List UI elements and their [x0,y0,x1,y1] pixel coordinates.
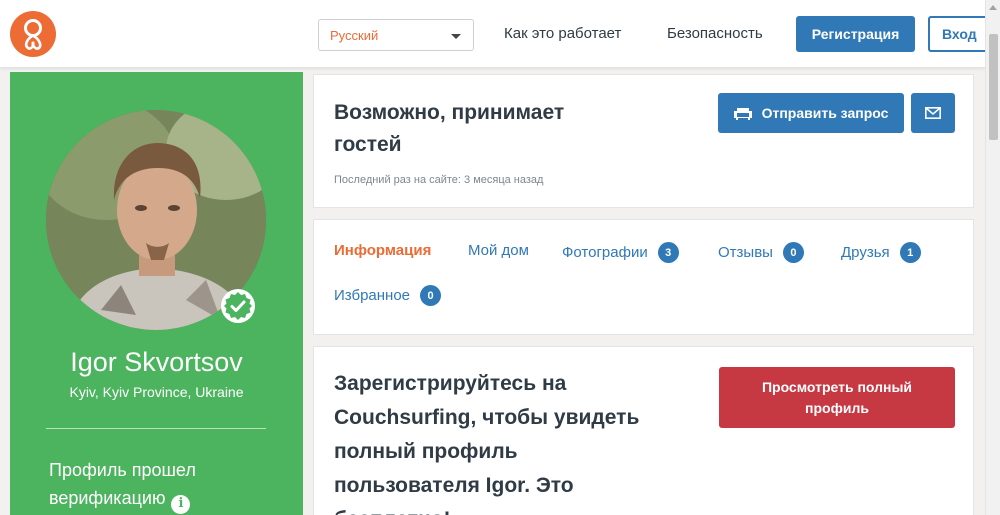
hosting-status-title: Возможно, принимает гостей [334,101,565,156]
profile-sidebar: Igor Skvortsov Kyiv, Kyiv Province, Ukra… [10,72,303,515]
page-scrollbar[interactable] [985,0,1000,515]
verified-checkmark-icon [221,289,255,323]
last-seen-text: Последний раз на сайте: 3 месяца назад [334,174,544,186]
couchsurfing-logo-icon[interactable] [10,11,56,57]
signup-prompt-card: Зарегистрируйтесь на Couchsurfing, чтобы… [313,346,974,515]
login-button[interactable]: Вход [928,16,988,52]
send-request-label: Отправить запрос [761,105,889,121]
checkmark-badge-icon [224,292,252,320]
logo-glyph [24,19,42,50]
tab-friends-label: Друзья [841,244,890,261]
tab-references-count: 0 [782,242,804,263]
nav-link-safety[interactable]: Безопасность [667,25,763,42]
tab-photos-count: 3 [657,242,679,263]
language-select-value: Русский [330,27,379,43]
profile-tabs: Информация Мой дом Фотографии 3 Отзывы 0… [313,219,974,335]
scrollbar-thumb[interactable] [989,34,998,140]
tab-my-home-label: Мой дом [468,242,529,259]
user-location: Kyiv, Kyiv Province, Ukraine [69,384,244,400]
chevron-down-icon [451,34,461,39]
sidebar-divider [46,428,266,429]
tab-favorites[interactable]: Избранное 0 [334,285,442,306]
tab-friends[interactable]: Друзья 1 [841,242,921,263]
tab-my-home[interactable]: Мой дом [468,242,529,259]
tab-references-label: Отзывы [718,244,773,261]
top-header: Русский Как это работает Безопасность Ре… [0,0,988,68]
verification-status: Профиль прошел верификацию i [49,456,269,514]
tab-photos[interactable]: Фотографии 3 [562,242,679,263]
view-full-profile-button[interactable]: Просмотреть полный профиль [719,367,955,428]
info-icon[interactable]: i [171,494,191,514]
couch-icon [733,108,752,120]
scroll-up-arrow-icon[interactable] [989,5,997,10]
tab-photos-label: Фотографии [562,244,648,261]
tab-friends-count: 1 [899,242,921,263]
register-button[interactable]: Регистрация [796,16,915,52]
tab-info-label: Информация [334,242,432,259]
message-button[interactable] [911,93,955,133]
user-name: Igor Skvortsov [70,347,243,377]
signup-prompt-text: Зарегистрируйтесь на Couchsurfing, чтобы… [334,372,640,515]
tab-references[interactable]: Отзывы 0 [718,242,804,263]
tab-info[interactable]: Информация [334,242,431,259]
hosting-status-card: Возможно, принимает гостей Последний раз… [313,74,974,208]
tab-favorites-label: Избранное [334,287,411,304]
send-request-button[interactable]: Отправить запрос [718,93,904,133]
envelope-icon [925,107,941,119]
language-select[interactable]: Русский [318,19,474,51]
tab-favorites-count: 0 [420,285,442,306]
nav-link-how-it-works[interactable]: Как это работает [504,25,621,42]
